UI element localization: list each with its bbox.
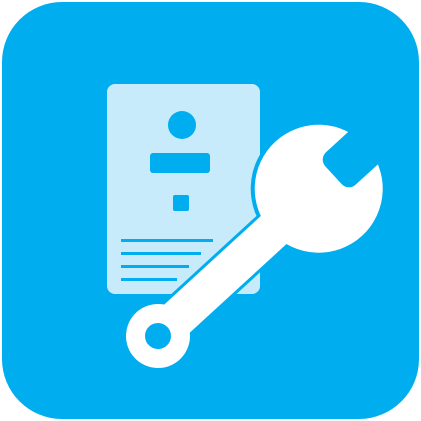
document-small-square <box>173 195 189 211</box>
app-icon[interactable] <box>0 0 421 421</box>
document-line-1 <box>121 239 213 242</box>
document-line-2 <box>121 252 201 255</box>
document-avatar-dot <box>168 111 196 139</box>
document-bar <box>150 153 210 173</box>
document-line-4 <box>121 278 177 281</box>
app-icon-graphic <box>2 2 419 419</box>
document-line-3 <box>121 265 189 268</box>
